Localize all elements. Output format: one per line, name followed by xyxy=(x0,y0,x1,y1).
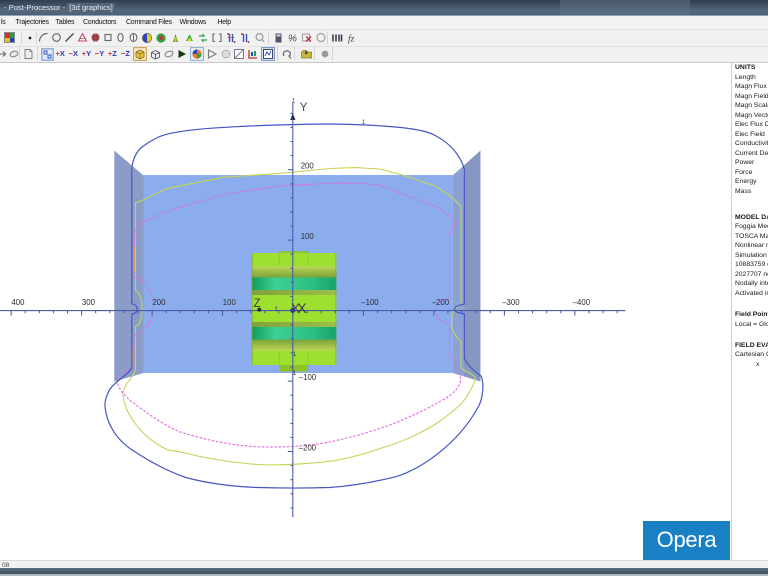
svg-text:100: 100 xyxy=(301,232,315,241)
svg-text:100: 100 xyxy=(223,298,237,307)
svg-text:–300: –300 xyxy=(502,298,520,307)
svg-text:2: 2 xyxy=(295,305,299,312)
svg-text:–200: –200 xyxy=(432,298,450,307)
svg-text:200: 200 xyxy=(152,298,166,307)
svg-text:–400: –400 xyxy=(573,298,591,307)
svg-text:1: 1 xyxy=(293,370,297,377)
svg-text:fz: fz xyxy=(348,34,355,45)
svg-text:2: 2 xyxy=(294,320,298,327)
svg-text:X: X xyxy=(297,300,307,316)
svg-text:1: 1 xyxy=(292,98,296,105)
svg-text:300: 300 xyxy=(82,298,96,307)
svg-text:–100: –100 xyxy=(361,298,379,307)
svg-text:%: % xyxy=(288,34,297,45)
svg-text:200: 200 xyxy=(301,162,315,171)
svg-text:–100: –100 xyxy=(299,373,317,382)
svg-text:1: 1 xyxy=(293,351,297,358)
svg-text:1: 1 xyxy=(362,119,366,126)
svg-text:1: 1 xyxy=(274,306,278,313)
svg-text:Y: Y xyxy=(300,102,308,114)
svg-text:400: 400 xyxy=(11,298,25,307)
svg-text:–200: –200 xyxy=(299,443,317,452)
